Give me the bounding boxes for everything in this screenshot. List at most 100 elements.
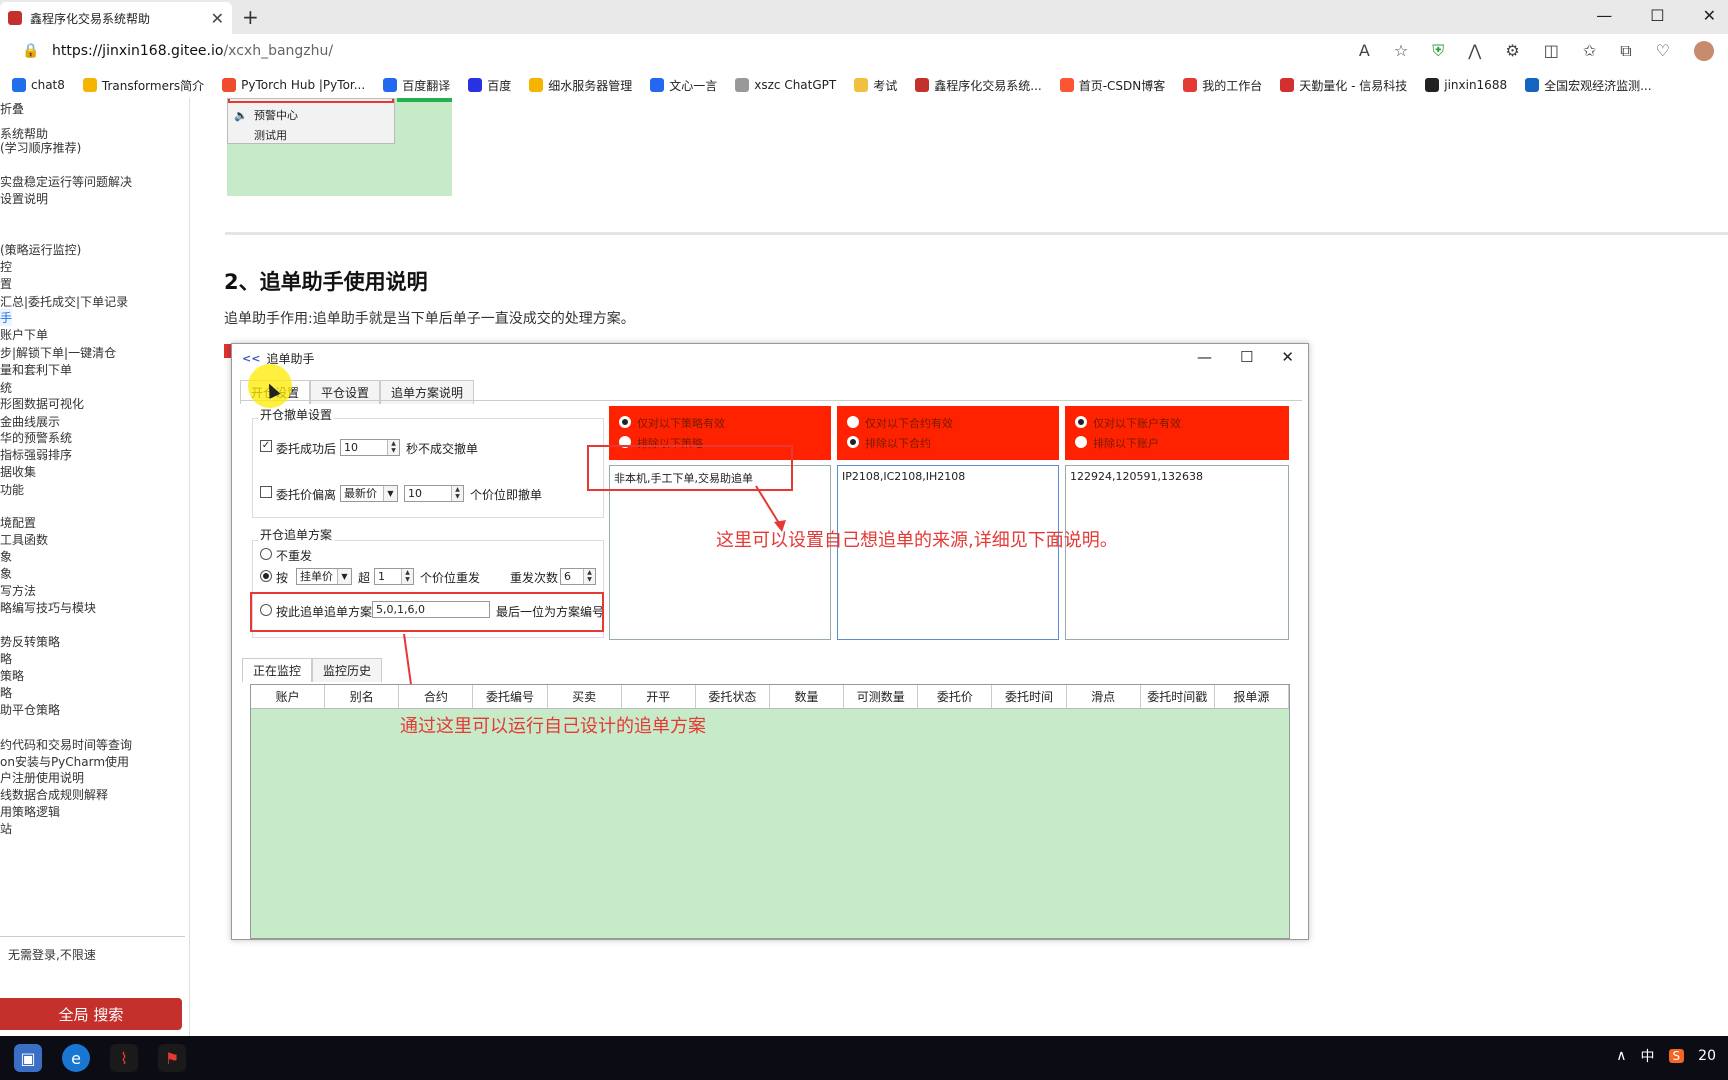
strategy-list-textbox[interactable]: 非本机,手工下单,交易助追单 — [609, 465, 831, 640]
radio-contract-exclude[interactable] — [847, 436, 859, 448]
sidebar-item[interactable]: 助平仓策略 — [0, 701, 60, 718]
column-header[interactable]: 数量 — [770, 685, 845, 708]
sidebar-item[interactable]: 步|解锁下单|一键清仓 — [0, 344, 116, 361]
chevron-down-icon[interactable]: ▼ — [337, 569, 351, 584]
sogou-ime-icon[interactable]: S — [1668, 1049, 1685, 1063]
bookmark-item[interactable]: xszc ChatGPT — [735, 78, 836, 92]
bookmark-item[interactable]: 百度翻译 — [383, 77, 450, 94]
edge-browser-icon[interactable]: e — [62, 1044, 90, 1072]
extension-a-icon[interactable]: ⋀ — [1468, 41, 1481, 61]
bookmark-item[interactable]: 鑫程序化交易系统... — [915, 77, 1042, 94]
app-close-icon[interactable]: ✕ — [1281, 348, 1294, 366]
sidebar-item[interactable]: 华的预警系统 — [0, 429, 72, 446]
radio-account-include[interactable] — [1075, 416, 1087, 428]
new-tab-button[interactable]: + — [242, 5, 259, 29]
sidebar-item[interactable]: 量和套利下单 — [0, 361, 72, 378]
sidebar-item[interactable]: 控 — [0, 258, 12, 275]
sidebar-item[interactable]: 站 — [0, 820, 12, 837]
radio-contract-include[interactable] — [847, 416, 859, 428]
app-maximize-icon[interactable]: ☐ — [1240, 348, 1253, 366]
file-explorer-icon[interactable]: ▣ — [14, 1044, 42, 1072]
sidebar-item[interactable]: 折叠 — [0, 100, 24, 117]
bookmark-item[interactable]: 全国宏观经济监测... — [1525, 77, 1652, 94]
sidebar-item[interactable]: 约代码和交易时间等查询 — [0, 736, 132, 753]
column-header[interactable]: 可测数量 — [844, 685, 919, 708]
column-header[interactable]: 委托状态 — [696, 685, 770, 708]
sidebar-item[interactable]: 实盘稳定运行等问题解决 — [0, 173, 132, 190]
column-header[interactable]: 委托时间戳 — [1141, 685, 1215, 708]
column-header[interactable]: 委托编号 — [473, 685, 548, 708]
spinner-arrows-icon[interactable]: ▲ ▼ — [583, 569, 595, 584]
column-header[interactable]: 合约 — [399, 685, 474, 708]
bookmark-item[interactable]: Transformers简介 — [82, 77, 204, 94]
bookmark-item[interactable]: PyTorch Hub |PyTor... — [222, 78, 365, 92]
sidebar-item[interactable]: (学习顺序推荐) — [0, 139, 81, 156]
bookmark-item[interactable]: 细水服务器管理 — [529, 77, 632, 94]
sidebar-item[interactable]: (策略运行监控) — [0, 241, 81, 258]
collections-icon[interactable]: ⧉ — [1620, 41, 1631, 61]
over-spinner[interactable]: 1 ▲ ▼ — [374, 568, 414, 585]
sidebar-item[interactable]: on安装与PyCharm使用 — [0, 753, 129, 770]
sidebar-item[interactable]: 设置说明 — [0, 190, 48, 207]
radio-account-exclude[interactable] — [1075, 436, 1087, 448]
sidebar-item[interactable]: 户注册使用说明 — [0, 769, 84, 786]
deviation-price-select[interactable]: 最新价 ▼ — [340, 485, 398, 502]
sidebar-item[interactable]: 功能 — [0, 481, 24, 498]
ime-indicator[interactable]: 中 — [1641, 1046, 1655, 1066]
column-header[interactable]: 委托时间 — [992, 685, 1067, 708]
sidebar-item[interactable]: 用策略逻辑 — [0, 803, 60, 820]
bookmark-item[interactable]: jinxin1688 — [1425, 78, 1507, 92]
bookmark-item[interactable]: 文心一言 — [650, 77, 717, 94]
column-header[interactable]: 委托价 — [918, 685, 993, 708]
column-header[interactable]: 滑点 — [1067, 685, 1141, 708]
profile-avatar[interactable] — [1694, 41, 1714, 61]
shield-icon[interactable]: ⛨ — [1432, 41, 1444, 61]
close-icon[interactable]: ✕ — [1703, 6, 1716, 25]
lock-icon[interactable]: 🔒 — [22, 43, 39, 59]
sidebar-item[interactable]: 手 — [0, 309, 13, 326]
contract-list-textbox[interactable]: IP2108,IC2108,IH2108 — [837, 465, 1059, 640]
tab-monitoring[interactable]: 正在监控 — [242, 658, 313, 682]
bookmark-item[interactable]: 我的工作台 — [1183, 77, 1262, 94]
sidebar-item[interactable]: 境配置 — [0, 514, 36, 531]
pycharm-app-icon[interactable]: ⌇ — [110, 1044, 138, 1072]
tray-chevron-up-icon[interactable]: ∧ — [1616, 1048, 1626, 1064]
spinner-arrows-icon[interactable]: ▲ ▼ — [451, 486, 463, 501]
sidebar-item[interactable]: 工具函数 — [0, 531, 48, 548]
bookmark-item[interactable]: 百度 — [468, 77, 511, 94]
sidebar-item[interactable]: 势反转策略 — [0, 633, 60, 650]
column-header[interactable]: 别名 — [325, 685, 400, 708]
extensions-icon[interactable]: ⚙ — [1505, 41, 1519, 61]
app-minimize-icon[interactable]: — — [1197, 348, 1212, 366]
deviation-spinner[interactable]: 10 ▲ ▼ — [404, 485, 464, 502]
radio-strategy-include[interactable] — [619, 416, 631, 428]
column-header[interactable]: 报单源 — [1215, 685, 1289, 708]
sidebar-item[interactable]: 据收集 — [0, 463, 36, 480]
chevron-down-icon[interactable]: ▼ — [383, 486, 397, 501]
spinner-arrows-icon[interactable]: ▲ ▼ — [387, 440, 399, 455]
tab-close-icon[interactable]: ✕ — [211, 9, 224, 28]
browser-tab[interactable]: 鑫程序化交易系统帮助 ✕ — [0, 2, 232, 34]
sidebar-item[interactable]: 策略 — [0, 667, 24, 684]
column-header[interactable]: 开平 — [622, 685, 696, 708]
favorites-icon[interactable]: ✩ — [1583, 41, 1596, 61]
resend-price-select[interactable]: 挂单价 ▼ — [296, 568, 352, 585]
sidebar-item[interactable]: 象 — [0, 548, 12, 565]
account-list-textbox[interactable]: 122924,120591,132638 — [1065, 465, 1289, 640]
maximize-icon[interactable]: ☐ — [1650, 6, 1664, 25]
deviation-checkbox[interactable] — [260, 486, 272, 498]
column-header[interactable]: 买卖 — [548, 685, 622, 708]
sidebar-item[interactable]: 置 — [0, 275, 12, 292]
performance-icon[interactable]: ♡ — [1656, 41, 1670, 61]
split-screen-icon[interactable]: ◫ — [1544, 41, 1559, 61]
sidebar-item[interactable]: 略编写技巧与模块 — [0, 599, 96, 616]
sidebar-item[interactable]: 写方法 — [0, 582, 36, 599]
bookmark-item[interactable]: 首页-CSDN博客 — [1059, 77, 1165, 94]
bookmark-item[interactable]: 考试 — [854, 77, 897, 94]
radio-resend-by[interactable] — [260, 570, 272, 582]
sidebar-item[interactable]: 账户下单 — [0, 326, 48, 343]
cancel-after-checkbox[interactable]: ✓ — [260, 440, 272, 452]
sidebar-item[interactable]: 略 — [0, 650, 12, 667]
favorite-star-icon[interactable]: ☆ — [1394, 41, 1408, 61]
bookmark-item[interactable]: 天勤量化 - 信易科技 — [1280, 77, 1407, 94]
